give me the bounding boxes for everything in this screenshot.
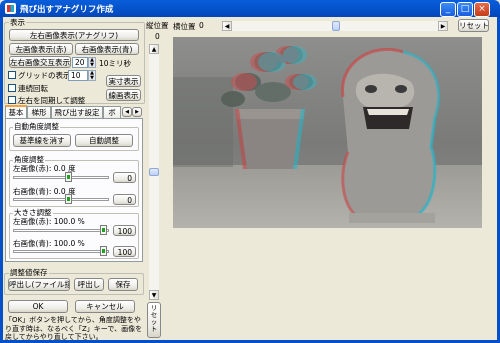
angle-left-slider-track <box>13 176 109 179</box>
chevron-down-icon: ▼ <box>151 292 157 299</box>
spin-down-icon: ▼ <box>90 75 94 81</box>
alternate-interval-input[interactable]: 20 <box>72 57 88 68</box>
horizontal-position-value: 0 <box>199 21 204 30</box>
anaglyph-display-button[interactable]: 左右画像表示(アナグリフ) <box>9 29 139 41</box>
reset-horizontal-button[interactable]: リセット <box>458 19 489 32</box>
save-group-label: 調整値保存 <box>9 268 49 277</box>
size-left-label: 左画像(赤): 100.0 % <box>13 217 85 226</box>
angle-right-value-box[interactable]: 0 <box>113 194 136 205</box>
angle-right-value: 0 <box>127 196 132 205</box>
left-image-display-button[interactable]: 左画像表示(赤) <box>9 43 73 55</box>
load-button[interactable]: 呼出し <box>74 278 104 291</box>
alternate-interval-spinner[interactable]: ▲ ▼ <box>88 57 96 68</box>
alternate-display-button[interactable]: 左右画像交互表示 <box>9 56 71 68</box>
size-right-value-box[interactable]: 100 <box>113 246 136 257</box>
anaglyph-image-canvas[interactable] <box>173 37 482 228</box>
spin-down-icon: ▼ <box>90 62 94 68</box>
tab-popout-settings[interactable]: 飛び出す設定 <box>51 106 103 118</box>
tab-basic[interactable]: 基本 <box>5 105 27 118</box>
tab-panel-basic: 自動角度調整 基準線を消す 自動調整 角度調整 左画像(赤): 0.0 度 0 … <box>5 118 143 262</box>
size-right-slider-thumb[interactable] <box>100 246 107 256</box>
size-left-value: 100 <box>117 227 132 236</box>
vertical-position-value: 0 <box>155 32 160 41</box>
chevron-left-icon: ◀ <box>125 109 129 115</box>
tab-scroll-right[interactable]: ▶ <box>132 107 142 117</box>
vertical-scroll-down[interactable]: ▼ <box>149 290 159 300</box>
alternate-interval-unit: 10ミリ秒 <box>99 59 132 68</box>
chevron-up-icon: ▲ <box>151 46 157 53</box>
angle-right-slider-thumb[interactable] <box>65 194 72 204</box>
line-drawing-button[interactable]: 線画表示 <box>106 89 141 101</box>
continuous-rotate-checkbox[interactable] <box>8 84 16 92</box>
tab-more[interactable]: ボ <box>103 106 121 118</box>
close-button[interactable]: × <box>474 2 490 17</box>
window-title: 飛び出すアナグリフ作成 <box>20 5 114 15</box>
tab-trapezoid[interactable]: 梯形 <box>27 106 51 118</box>
app-icon <box>5 3 16 14</box>
vertical-scroll-thumb[interactable] <box>149 168 159 176</box>
horizontal-scroll-thumb[interactable] <box>332 21 340 31</box>
load-file-button[interactable]: 呼出し(ファイル指定) <box>8 278 70 291</box>
save-button[interactable]: 保存 <box>108 278 138 291</box>
vertical-position-scrollbar[interactable]: ▲ ▼ <box>149 44 159 300</box>
grid-checkbox[interactable] <box>8 71 16 79</box>
auto-adjust-button[interactable]: 自動調整 <box>75 134 133 147</box>
size-right-label: 右画像(青): 100.0 % <box>13 239 85 248</box>
angle-right-slider-track <box>13 198 109 201</box>
grid-size-spinner[interactable]: ▲ ▼ <box>88 70 96 81</box>
cancel-button[interactable]: キャンセル <box>75 300 135 313</box>
maximize-icon: □ <box>460 4 470 14</box>
right-image-display-button[interactable]: 右画像表示(青) <box>75 43 139 55</box>
horizontal-position-scrollbar[interactable]: ◀ ▶ <box>222 21 448 31</box>
anaglyph-photo <box>173 37 482 228</box>
display-group-label: 表示 <box>9 18 26 27</box>
size-left-slider-track <box>13 229 109 232</box>
size-right-value: 100 <box>117 248 132 257</box>
vertical-scroll-up[interactable]: ▲ <box>149 44 159 54</box>
horizontal-scroll-left[interactable]: ◀ <box>222 21 232 31</box>
ok-button[interactable]: OK <box>8 300 68 313</box>
angle-left-value-box[interactable]: 0 <box>113 172 136 183</box>
vertical-position-label: 縦位置 <box>146 21 169 30</box>
size-left-value-box[interactable]: 100 <box>113 225 136 236</box>
clear-baseline-button[interactable]: 基準線を消す <box>13 134 71 147</box>
actual-size-button[interactable]: 実寸表示 <box>106 75 141 87</box>
title-bar[interactable]: 飛び出すアナグリフ作成 _ □ × <box>0 0 500 17</box>
horizontal-position-label: 横位置 <box>173 22 196 31</box>
size-left-slider-thumb[interactable] <box>100 225 107 235</box>
size-right-slider-track <box>13 250 109 253</box>
horizontal-scroll-right[interactable]: ▶ <box>438 21 448 31</box>
maximize-button[interactable]: □ <box>457 2 473 17</box>
grid-size-input[interactable]: 10 <box>68 70 88 81</box>
sync-lr-checkbox[interactable] <box>8 96 16 104</box>
reset-vertical-button[interactable]: リセット <box>147 302 161 338</box>
minimize-button[interactable]: _ <box>440 2 456 17</box>
chevron-right-icon: ▶ <box>440 23 446 30</box>
tab-scroll-left[interactable]: ◀ <box>122 107 132 117</box>
auto-angle-label: 自動角度調整 <box>13 122 60 131</box>
angle-left-value: 0 <box>127 174 132 183</box>
minimize-icon: _ <box>445 4 451 14</box>
sync-lr-label: 左右を同期して調整 <box>18 96 86 105</box>
continuous-rotate-label: 連続回転 <box>18 84 48 93</box>
help-text: 「OK」ボタンを押してから、角度調整をやり直す時は、なるべく「Z」キーで、画像を… <box>5 316 143 341</box>
grid-checkbox-label: グリッドの表示 <box>18 71 71 80</box>
close-icon: × <box>478 4 486 14</box>
chevron-right-icon: ▶ <box>135 109 139 115</box>
angle-left-slider-thumb[interactable] <box>65 172 72 182</box>
chevron-left-icon: ◀ <box>224 23 230 30</box>
